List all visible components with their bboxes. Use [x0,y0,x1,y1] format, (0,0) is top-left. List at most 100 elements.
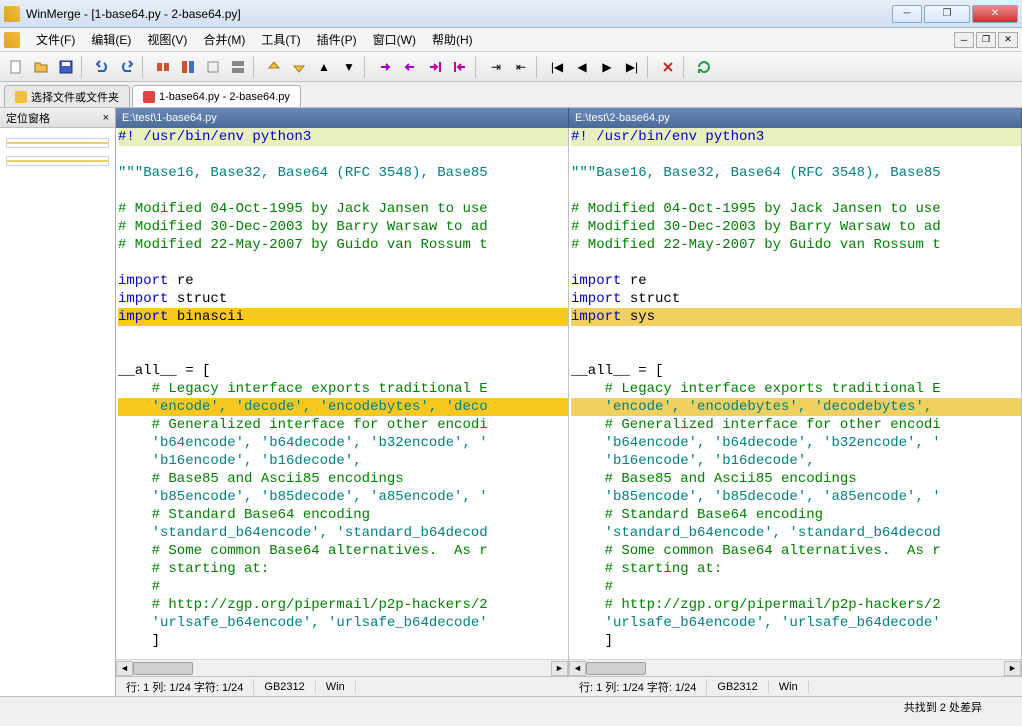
tool-b[interactable] [176,55,200,79]
tool-d[interactable] [226,55,250,79]
all-left[interactable]: ⇤ [509,55,533,79]
python-file-icon [143,91,155,103]
nav-up[interactable] [262,55,286,79]
new-button[interactable] [4,55,28,79]
minimize-button[interactable]: ─ [892,5,922,23]
code-line: 'b16encode', 'b16decode', [571,452,1021,470]
menu-item[interactable]: 编辑(E) [83,28,139,51]
app-icon [4,6,20,22]
folder-icon [15,91,27,103]
nav-down[interactable] [287,55,311,79]
code-line: # http://zgp.org/pipermail/p2p-hackers/2 [118,596,568,614]
code-line: #! /usr/bin/env python3 [118,128,568,146]
code-line: import re [571,272,1021,290]
code-line [571,146,1021,164]
code-line: # Modified 22-May-2007 by Guido van Ross… [571,236,1021,254]
code-line: import re [118,272,568,290]
code-line: # starting at: [118,560,568,578]
window-title: WinMerge - [1-base64.py - 2-base64.py] [26,7,892,21]
copy-right[interactable] [373,55,397,79]
code-line: # [118,578,568,596]
code-line: 'urlsafe_b64encode', 'urlsafe_b64decode' [118,614,568,632]
menu-item[interactable]: 文件(F) [28,28,83,51]
document-tab[interactable]: 选择文件或文件夹 [4,85,130,107]
left-code[interactable]: #! /usr/bin/env python3 """Base16, Base3… [116,128,568,659]
close-button[interactable]: ✕ [972,5,1018,23]
code-line: # Modified 22-May-2007 by Guido van Ross… [118,236,568,254]
left-os: Win [316,681,356,693]
location-pane: 定位窗格 × [0,108,116,696]
tool-c[interactable] [201,55,225,79]
last-diff[interactable]: ▶| [620,55,644,79]
menu-item[interactable]: 窗口(W) [365,28,424,51]
document-tab[interactable]: 1-base64.py - 2-base64.py [132,85,301,107]
refresh-button[interactable] [692,55,716,79]
open-button[interactable] [29,55,53,79]
menu-item[interactable]: 工具(T) [253,28,308,51]
pane-statusbar: 行: 1 列: 1/24 字符: 1/24 GB2312 Win 行: 1 列:… [116,676,1022,696]
code-line: # http://zgp.org/pipermail/p2p-hackers/2 [571,596,1021,614]
right-code[interactable]: #! /usr/bin/env python3 """Base16, Base3… [569,128,1021,659]
undo-button[interactable] [90,55,114,79]
mdi-minimize[interactable]: ─ [954,32,974,48]
menu-bar: 文件(F)编辑(E)视图(V)合并(M)工具(T)插件(P)窗口(W)帮助(H)… [0,28,1022,52]
code-line: import sys [571,308,1021,326]
maximize-button[interactable]: ❐ [924,5,970,23]
code-line: 'standard_b64encode', 'standard_b64decod [571,524,1021,542]
code-line: import struct [571,290,1021,308]
menu-item[interactable]: 插件(P) [309,28,365,51]
code-line [118,254,568,272]
menu-item[interactable]: 帮助(H) [424,28,481,51]
copy-left-next[interactable] [448,55,472,79]
diff-count: 共找到 2 处差异 [904,699,982,715]
next-diff[interactable]: ▶ [595,55,619,79]
menu-item[interactable]: 合并(M) [195,28,253,51]
mdi-close[interactable]: ✕ [998,32,1018,48]
code-line: __all__ = [ [571,362,1021,380]
mdi-restore[interactable]: ❐ [976,32,996,48]
tab-label: 1-base64.py - 2-base64.py [159,91,290,103]
code-line [571,254,1021,272]
location-bar-left[interactable] [6,138,109,148]
location-pane-title: 定位窗格 [6,110,50,126]
code-line: # Modified 04-Oct-1995 by Jack Jansen to… [571,200,1021,218]
save-button[interactable] [54,55,78,79]
code-line: # [571,578,1021,596]
right-code-pane: #! /usr/bin/env python3 """Base16, Base3… [569,128,1022,676]
right-os: Win [769,681,809,693]
code-line: # Base85 and Ascii85 encodings [571,470,1021,488]
tab-label: 选择文件或文件夹 [31,89,119,105]
tool-a[interactable] [151,55,175,79]
redo-button[interactable] [115,55,139,79]
right-hscroll[interactable]: ◄► [569,659,1021,676]
code-line [118,326,568,344]
location-bar-right[interactable] [6,156,109,166]
code-line [118,146,568,164]
nav-last[interactable]: ▼ [337,55,361,79]
code-line: """Base16, Base32, Base64 (RFC 3548), Ba… [571,164,1021,182]
window-titlebar: WinMerge - [1-base64.py - 2-base64.py] ─… [0,0,1022,28]
prev-diff[interactable]: ◀ [570,55,594,79]
code-line: # starting at: [571,560,1021,578]
copy-right-next[interactable] [423,55,447,79]
code-line: 'b16encode', 'b16decode', [118,452,568,470]
nav-first[interactable]: ▲ [312,55,336,79]
document-tabs: 选择文件或文件夹 1-base64.py - 2-base64.py [0,82,1022,108]
code-line [118,182,568,200]
toolbar: ▲ ▼ ⇥ ⇤ |◀ ◀ ▶ ▶| [0,52,1022,82]
cancel-button[interactable] [656,55,680,79]
code-line: # Some common Base64 alternatives. As r [118,542,568,560]
left-hscroll[interactable]: ◄► [116,659,568,676]
menu-item[interactable]: 视图(V) [139,28,195,51]
code-line: # Base85 and Ascii85 encodings [118,470,568,488]
code-line: 'encode', 'decode', 'encodebytes', 'deco [118,398,568,416]
copy-left[interactable] [398,55,422,79]
code-line: 'encode', 'encodebytes', 'decodebytes', [571,398,1021,416]
code-line [571,326,1021,344]
first-diff[interactable]: |◀ [545,55,569,79]
code-line [571,182,1021,200]
location-pane-close[interactable]: × [103,112,109,124]
code-line: # Standard Base64 encoding [118,506,568,524]
all-right[interactable]: ⇥ [484,55,508,79]
code-line: # Legacy interface exports traditional E [571,380,1021,398]
